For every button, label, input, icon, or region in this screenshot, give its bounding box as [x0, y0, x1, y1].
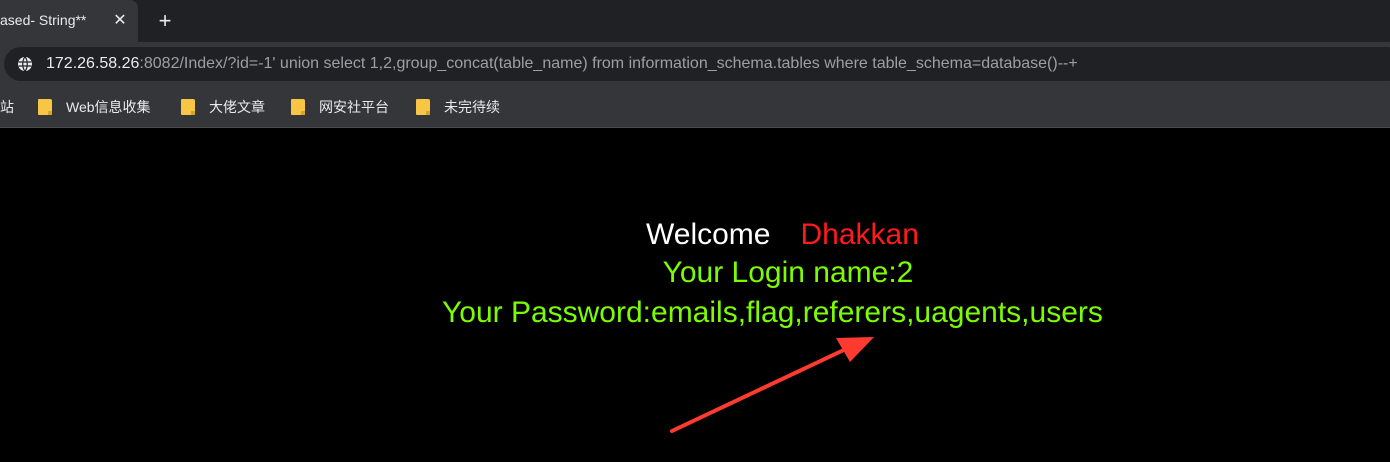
browser-toolbar: 172.26.58.26:8082/Index/?id=-1' union se…: [0, 42, 1390, 87]
welcome-text: Welcome: [646, 218, 771, 251]
bookmark-label: 网安社平台: [319, 99, 389, 115]
bookmark-label: 站: [0, 99, 14, 115]
globe-icon[interactable]: [17, 56, 33, 72]
password-result: Your Password:emails,flag,referers,uagen…: [442, 296, 1103, 329]
login-name-result: Your Login name:2: [662, 256, 914, 289]
url-host: 172.26.58.26: [46, 55, 140, 72]
bookmark-label: 大佬文章: [209, 99, 265, 115]
folder-icon: [181, 99, 195, 115]
folder-icon: [291, 99, 305, 115]
bookmark-label: Web信息收集: [66, 99, 151, 115]
bookmark-partial[interactable]: 站: [0, 97, 14, 117]
annotation-arrow-icon: [670, 337, 874, 433]
new-tab-button[interactable]: +: [152, 8, 178, 34]
close-tab-icon[interactable]: ✕: [110, 11, 130, 31]
bookmark-label: 未完待续: [444, 99, 500, 115]
page-content: Welcome Dhakkan Your Login name:2 Your Pa…: [0, 128, 1390, 462]
welcome-line: Welcome Dhakkan: [646, 218, 919, 252]
folder-icon: [416, 99, 430, 115]
bookmarks-bar: 站 Web信息收集 大佬文章 网安社平台 未完待续: [0, 87, 1390, 128]
folder-icon: [38, 99, 52, 115]
url-text[interactable]: 172.26.58.26:8082/Index/?id=-1' union se…: [46, 55, 1078, 73]
address-bar[interactable]: 172.26.58.26:8082/Index/?id=-1' union se…: [4, 47, 1390, 81]
browser-tab[interactable]: ased- String** ✕: [0, 0, 138, 42]
url-path: :8082/Index/?id=-1' union select 1,2,gro…: [139, 55, 1078, 72]
welcome-name: Dhakkan: [800, 218, 919, 251]
tab-strip: ased- String** ✕ +: [0, 0, 1390, 42]
tab-title: ased- String**: [0, 12, 87, 28]
